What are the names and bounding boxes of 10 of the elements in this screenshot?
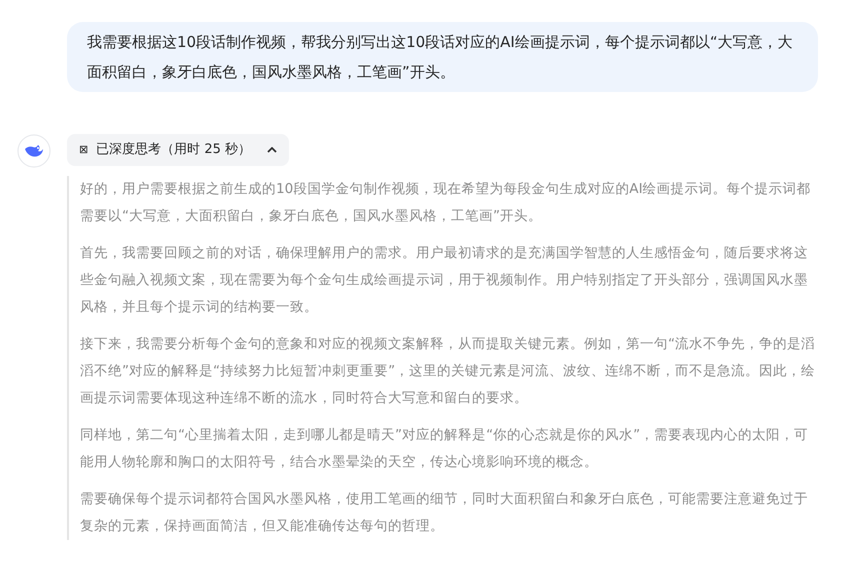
thinking-paragraph: 好的，用户需要根据之前生成的10段国学金句制作视频，现在希望为每段金句生成对应的AI绘画提示词。每个提示词都需要以“大写意，大面积留白，象牙白底色，国风水墨风格，工笔画”开头。 <box>80 180 812 226</box>
thinking-icon-glyph: ⊠ <box>79 142 88 158</box>
thinking-paragraph: 同样地，第二句“心里揣着太阳，走到哪儿都是晴天”对应的解释是“你的心态就是你的风水”，需要表现内心的太阳，可能用人物轮廓和胸口的太阳符号，结合水墨晕染的天空，传达心境影响环境的概念。 <box>80 426 810 472</box>
thinking-paragraph: 需要确保每个提示词都符合国风水墨风格，使用工笔画的细节，同时大面积留白和象牙白底色，可能需要注意避免过于复杂的元素，保持画面简洁，但又能准确传达每句的哲理。 <box>80 490 809 536</box>
chevron-up-icon <box>267 147 278 153</box>
thinking-paragraph: 接下来，我需要分析每个金句的意象和对应的视频文案解释，从而提取关键元素。例如，第一句“流水不争先，争的是滔滔不绝”对应的解释是“持续努力比短暂冲刺更重要”，这里的关键元素是河流、波纹、连绵不断，而不是急流。因此，绘画提示词需要体现这种连绵不断的流水，同时符合大写意和留白的要求。 <box>80 335 816 408</box>
whale-logo-icon <box>16 134 50 168</box>
thinking-paragraph: 首先，我需要回顾之前的对话，确保理解用户的需求。用户最初请求的是充满国学智慧的人生感悟金句，随后要求将这些金句融入视频文案，现在需要为每个金句生成绘画提示词，用于视频制作。用户特别指定了开头部分，强调国风水墨风格，并且每个提示词的结构要一致。 <box>80 244 809 317</box>
user-message: 我需要根据这10段话制作视频，帮我分别写出这10段话对应的AI绘画提示词，每个提示词都以“大写意，大面积留白，象牙白底色，国风水墨风格，工笔画”开头。 <box>67 22 818 92</box>
thinking-toggle[interactable]: ⊠ 已深度思考（用时 25 秒） <box>67 134 290 166</box>
